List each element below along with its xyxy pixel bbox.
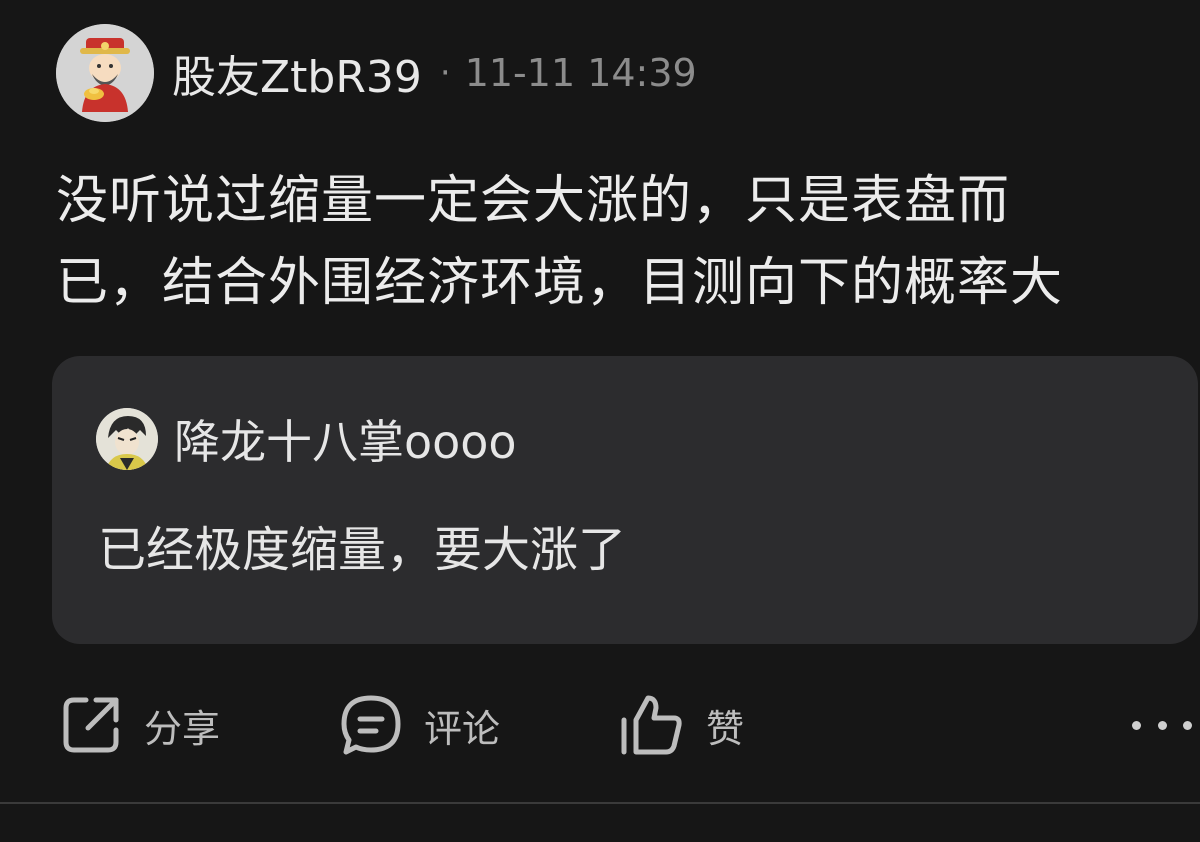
quoted-post-text: 已经极度缩量，要大涨了 [98, 522, 627, 578]
post-timestamp: 11-11 14:39 [464, 51, 697, 95]
like-button[interactable]: 赞 [618, 690, 744, 760]
comment-label: 评论 [424, 706, 501, 751]
caishen-avatar-icon [56, 24, 154, 122]
post-content-line: 已，结合外围经济环境，目测向下的概率大 [56, 253, 1064, 313]
quoted-author-name[interactable]: 降龙十八掌oooo [174, 406, 517, 472]
post-card: 股友ZtbR39 · 11-11 14:39 没听说过缩量一定会大涨的，只是表盘… [0, 0, 1200, 842]
comment-icon [341, 695, 401, 755]
author-name[interactable]: 股友ZtbR39 [172, 41, 422, 105]
more-icon [1157, 720, 1167, 730]
separator-dot: · [439, 53, 451, 93]
author-avatar[interactable] [56, 24, 154, 122]
more-icon [1183, 720, 1192, 730]
more-button[interactable] [1132, 710, 1192, 740]
share-label: 分享 [144, 706, 221, 751]
post-header: 股友ZtbR39 · 11-11 14:39 [56, 24, 697, 122]
quoted-post[interactable]: 降龙十八掌oooo 已经极度缩量，要大涨了 [52, 356, 1198, 644]
thumbs-up-icon [621, 695, 682, 755]
comment-button[interactable]: 评论 [340, 690, 500, 760]
quoted-post-header: 降龙十八掌oooo [96, 406, 517, 472]
like-label: 赞 [706, 706, 745, 751]
share-icon [63, 697, 119, 753]
action-bar: 分享 评论 赞 [0, 690, 1200, 760]
post-content-line: 没听说过缩量一定会大涨的，只是表盘而 [56, 171, 1011, 231]
post-content: 没听说过缩量一定会大涨的，只是表盘而 已，结合外围经济环境，目测向下的概率大 [56, 160, 1186, 324]
divider [0, 802, 1200, 804]
quoted-author-avatar[interactable] [96, 408, 158, 470]
more-icon [1132, 720, 1141, 730]
share-button[interactable]: 分享 [60, 690, 220, 760]
user-avatar-icon [96, 408, 158, 470]
